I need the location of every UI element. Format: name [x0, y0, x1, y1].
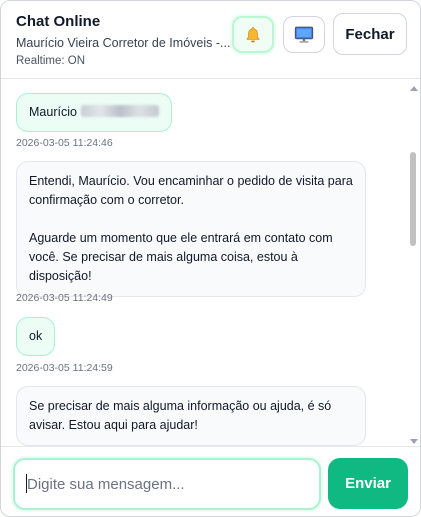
redacted-phone	[80, 105, 159, 117]
close-button[interactable]: Fechar	[333, 13, 407, 55]
chat-widget: Chat Online Maurício Vieira Corretor de …	[0, 0, 421, 517]
message-timestamp: 2026-03-05 11:24:59	[16, 362, 113, 374]
agent-message: Entendi, Maurício. Vou encaminhar o pedi…	[16, 161, 366, 297]
message-composer: Enviar	[1, 446, 420, 516]
screen-button[interactable]	[283, 16, 325, 53]
scrollbar-thumb[interactable]	[410, 152, 416, 246]
agent-message: Se precisar de mais alguma informação ou…	[16, 386, 366, 446]
message-timestamp: 2026-03-05 11:24:49	[16, 292, 113, 304]
scroll-down-arrow-icon[interactable]	[410, 439, 418, 444]
monitor-icon	[294, 26, 314, 43]
message-text: Maurício	[29, 105, 77, 119]
send-button[interactable]: Enviar	[328, 458, 408, 509]
chat-subtitle: Maurício Vieira Corretor de Imóveis -...	[16, 36, 231, 50]
message-list[interactable]: Maurício 2026-03-05 11:24:46 Entendi, Ma…	[1, 80, 420, 446]
realtime-status: Realtime: ON	[16, 55, 86, 67]
message-input[interactable]	[13, 458, 321, 510]
user-message: ok	[16, 317, 56, 356]
notification-button[interactable]	[232, 16, 274, 53]
user-message: Maurício	[16, 93, 172, 132]
message-scrollbar[interactable]	[407, 80, 419, 446]
bell-icon	[246, 26, 260, 42]
chat-header: Chat Online Maurício Vieira Corretor de …	[1, 1, 420, 79]
message-timestamp: 2026-03-05 11:24:46	[16, 137, 113, 149]
chat-title: Chat Online	[16, 13, 101, 30]
text-caret	[26, 474, 27, 493]
scroll-up-arrow-icon[interactable]	[410, 86, 418, 91]
